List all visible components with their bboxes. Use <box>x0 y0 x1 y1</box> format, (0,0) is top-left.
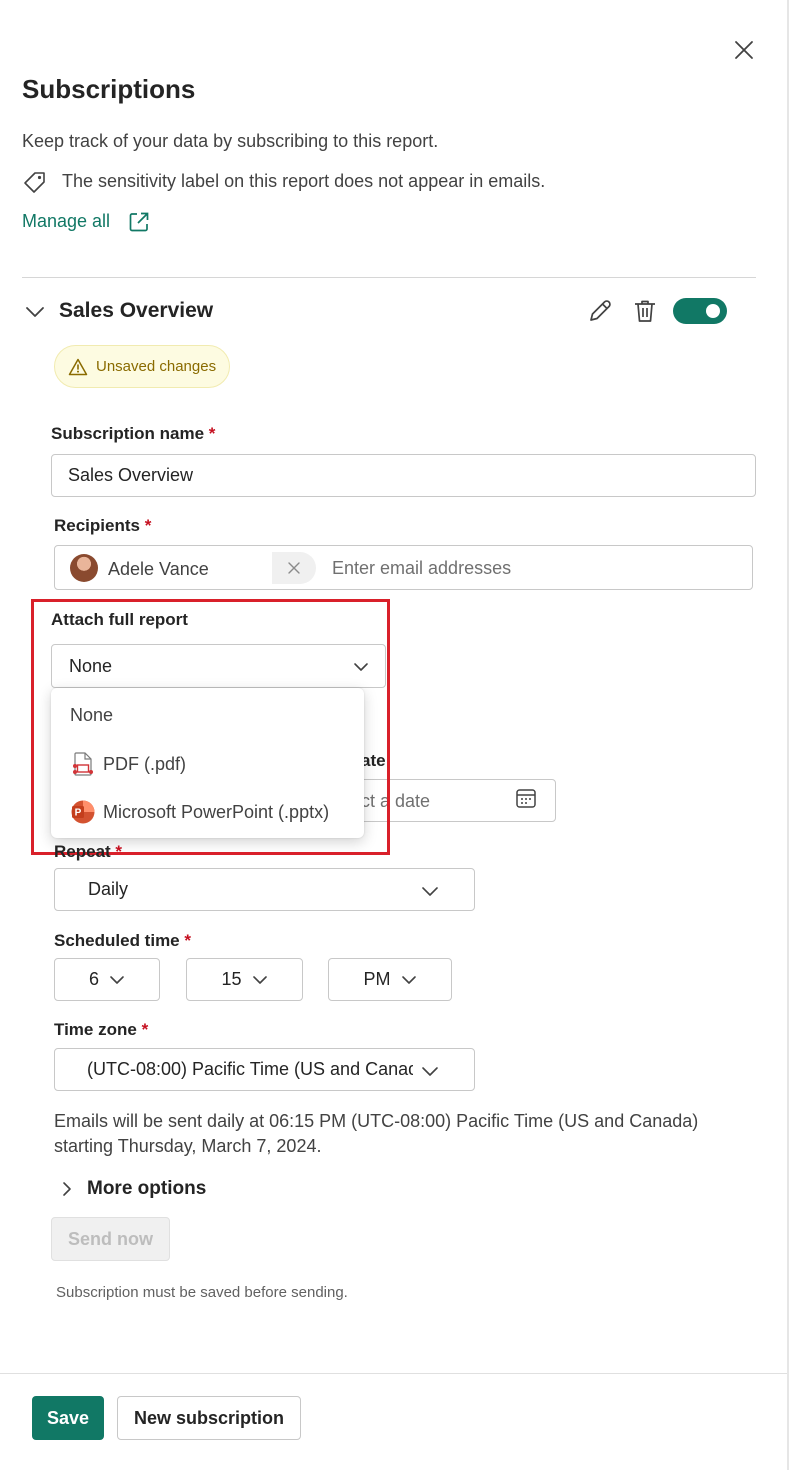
time-zone-select[interactable]: (UTC-08:00) Pacific Time (US and Canada) <box>54 1048 475 1091</box>
close-button[interactable] <box>728 34 760 66</box>
new-subscription-button[interactable]: New subscription <box>117 1396 301 1440</box>
time-zone-value: (UTC-08:00) Pacific Time (US and Canada) <box>87 1059 413 1079</box>
delete-icon[interactable] <box>631 297 659 325</box>
required-mark: * <box>144 516 152 535</box>
scheduled-time-label-text: Scheduled time <box>54 931 180 950</box>
manage-all-link[interactable]: Manage all <box>22 211 110 232</box>
open-external-icon[interactable] <box>127 210 151 234</box>
panel-subtitle: Keep track of your data by subscribing t… <box>22 131 439 151</box>
tag-icon <box>24 172 45 193</box>
highlight-box <box>31 599 390 855</box>
required-mark: * <box>208 424 216 443</box>
chevron-down-icon <box>422 887 438 896</box>
remove-recipient-button[interactable] <box>272 552 316 584</box>
toggle-knob <box>706 304 720 318</box>
repeat-value: Daily <box>88 879 129 899</box>
required-mark: * <box>184 931 191 950</box>
divider <box>22 277 756 278</box>
send-now-button[interactable]: Send now <box>51 1217 170 1261</box>
hour-select[interactable]: 6 <box>54 958 160 1001</box>
repeat-select[interactable]: Daily <box>54 868 475 911</box>
chevron-down-icon <box>252 975 267 984</box>
save-before-sending-note: Subscription must be saved before sendin… <box>56 1284 348 1301</box>
chevron-down-icon <box>401 975 416 984</box>
unsaved-badge: Unsaved changes <box>54 345 231 388</box>
subscription-name-label-text: Subscription name <box>51 424 205 443</box>
repeat-label-text: Repeat <box>54 842 111 861</box>
subscription-name-input[interactable]: Sales Overview <box>51 454 756 497</box>
warning-icon <box>68 358 88 375</box>
recipient-name: Adele Vance <box>108 559 209 579</box>
subscription-toggle[interactable] <box>673 298 727 324</box>
avatar <box>70 554 98 582</box>
panel-title: Subscriptions <box>22 74 196 104</box>
repeat-label: Repeat * <box>54 842 122 862</box>
close-icon <box>735 41 753 59</box>
recipients-placeholder[interactable]: Enter email addresses <box>332 558 511 579</box>
required-mark: * <box>115 842 123 861</box>
chevron-down-icon <box>422 1067 438 1076</box>
minute-select[interactable]: 15 <box>186 958 303 1001</box>
ampm-value: PM <box>363 969 391 989</box>
time-zone-label-text: Time zone <box>54 1020 137 1039</box>
subscription-title: Sales Overview <box>59 299 214 322</box>
scheduled-time-label: Scheduled time * <box>54 931 191 951</box>
schedule-summary: Emails will be sent daily at 06:15 PM (U… <box>54 1109 754 1159</box>
chevron-down-icon[interactable] <box>22 299 48 325</box>
chevron-down-icon <box>110 975 124 984</box>
sensitivity-note: The sensitivity label on this report doe… <box>62 171 546 191</box>
schedule-summary-line: starting Thursday, March 7, 2024. <box>54 1136 322 1156</box>
minute-value: 15 <box>221 969 242 989</box>
more-options-toggle[interactable]: More options <box>87 1178 206 1200</box>
panel-edge <box>787 0 789 1470</box>
calendar-icon[interactable] <box>514 786 538 810</box>
ampm-select[interactable]: PM <box>328 958 452 1001</box>
recipients-label-text: Recipients <box>54 516 140 535</box>
hour-value: 6 <box>88 969 99 989</box>
chevron-right-icon[interactable] <box>56 1178 78 1200</box>
required-mark: * <box>141 1020 149 1039</box>
save-button[interactable]: Save <box>32 1396 104 1440</box>
recipients-label: Recipients * <box>54 516 151 536</box>
edit-icon[interactable] <box>586 297 614 325</box>
close-icon <box>288 562 300 574</box>
subscription-name-label: Subscription name * <box>51 424 215 444</box>
footer-divider <box>0 1373 787 1374</box>
time-zone-label: Time zone * <box>54 1020 148 1040</box>
schedule-summary-line: Emails will be sent daily at 06:15 PM (U… <box>54 1111 699 1131</box>
unsaved-badge-label: Unsaved changes <box>96 358 217 375</box>
